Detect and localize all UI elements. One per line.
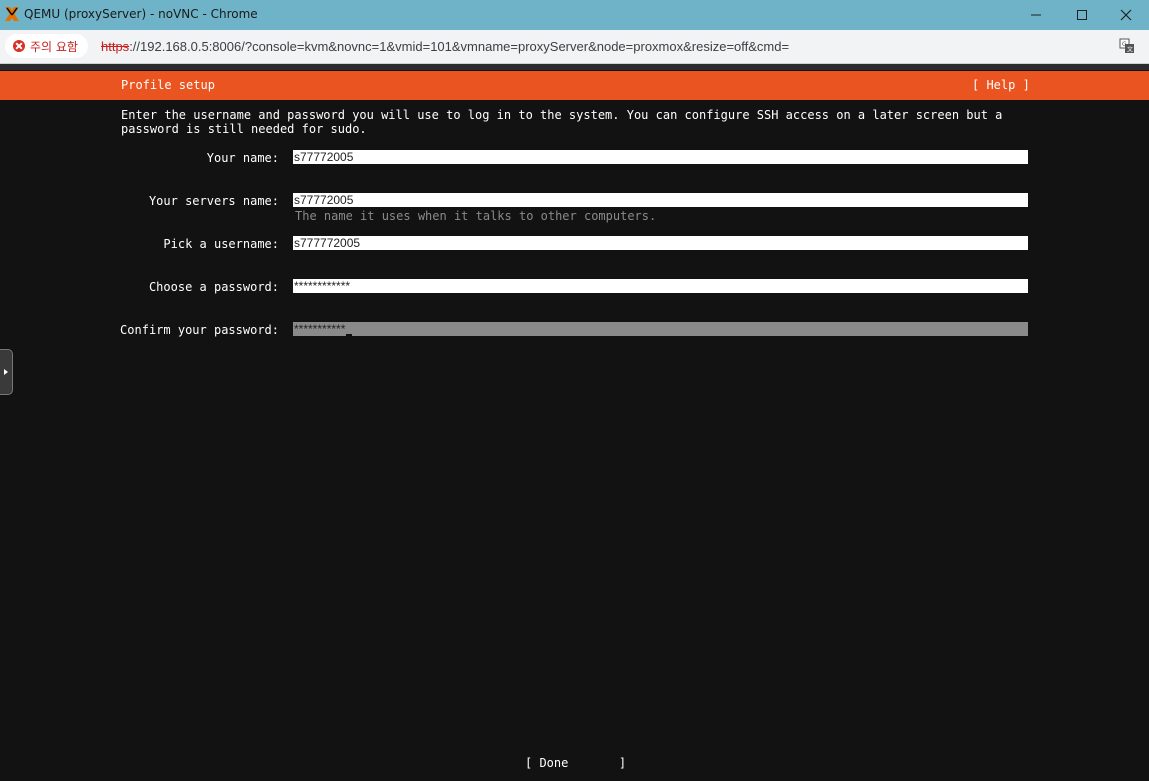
expand-arrow-icon	[4, 369, 8, 375]
username-label: Pick a username:	[163, 237, 279, 251]
servers-name-hint: The name it uses when it talks to other …	[295, 209, 657, 223]
intro-text: Enter the username and password you will…	[121, 108, 1021, 136]
your-name-label: Your name:	[206, 151, 279, 165]
url-scheme: https	[101, 39, 130, 54]
translate-icon[interactable]: G 文	[1119, 38, 1135, 54]
username-value: s777772005	[294, 236, 361, 250]
confirm-password-value: ***********	[294, 322, 353, 336]
servers-name-label: Your servers name:	[148, 194, 279, 208]
servers-name-field[interactable]: s77772005	[293, 193, 1028, 207]
done-button[interactable]: [ Done ]	[525, 756, 626, 770]
confirm-password-field[interactable]: ***********	[293, 322, 1028, 336]
installer-header: Profile setup [ Help ]	[0, 71, 1149, 100]
svg-text:文: 文	[1127, 46, 1133, 54]
close-button[interactable]	[1103, 0, 1149, 30]
address-bar: 주의 요함 https://192.168.0.5:8006/?console=…	[0, 30, 1149, 64]
window-title: QEMU (proxyServer) - noVNC - Chrome	[24, 7, 258, 21]
page-title: Profile setup	[121, 78, 215, 92]
maximize-icon	[1077, 10, 1087, 20]
username-field[interactable]: s777772005	[293, 236, 1028, 250]
intro-line-1: Enter the username and password you will…	[121, 108, 1003, 122]
minimize-button[interactable]	[1013, 0, 1059, 30]
maximize-button[interactable]	[1059, 0, 1105, 30]
your-name-value: s77772005	[294, 150, 354, 164]
url-field[interactable]: https://192.168.0.5:8006/?console=kvm&no…	[101, 39, 789, 54]
novnc-control-bar-handle[interactable]	[0, 349, 13, 395]
your-name-field[interactable]: s77772005	[293, 150, 1028, 164]
password-value: ************	[294, 279, 351, 293]
confirm-password-text: ***********	[294, 322, 346, 336]
proxmox-icon	[5, 7, 19, 21]
close-icon	[1120, 9, 1132, 21]
security-warning-label: 주의 요함	[30, 39, 78, 54]
password-field[interactable]: ************	[293, 279, 1028, 293]
security-warning-chip[interactable]: 주의 요함	[5, 34, 88, 58]
password-label: Choose a password:	[148, 280, 279, 294]
vnc-top-strip	[0, 64, 1149, 70]
minimize-icon	[1031, 14, 1041, 16]
confirm-password-label: Confirm your password:	[120, 323, 279, 337]
url-rest: ://192.168.0.5:8006/?console=kvm&novnc=1…	[129, 39, 790, 54]
text-cursor	[346, 334, 353, 336]
intro-line-2: password is still needed for sudo.	[121, 122, 367, 136]
servers-name-value: s77772005	[294, 193, 354, 207]
help-button[interactable]: [ Help ]	[972, 78, 1030, 92]
not-secure-icon	[13, 40, 25, 52]
window-titlebar: QEMU (proxyServer) - noVNC - Chrome	[0, 0, 1149, 30]
